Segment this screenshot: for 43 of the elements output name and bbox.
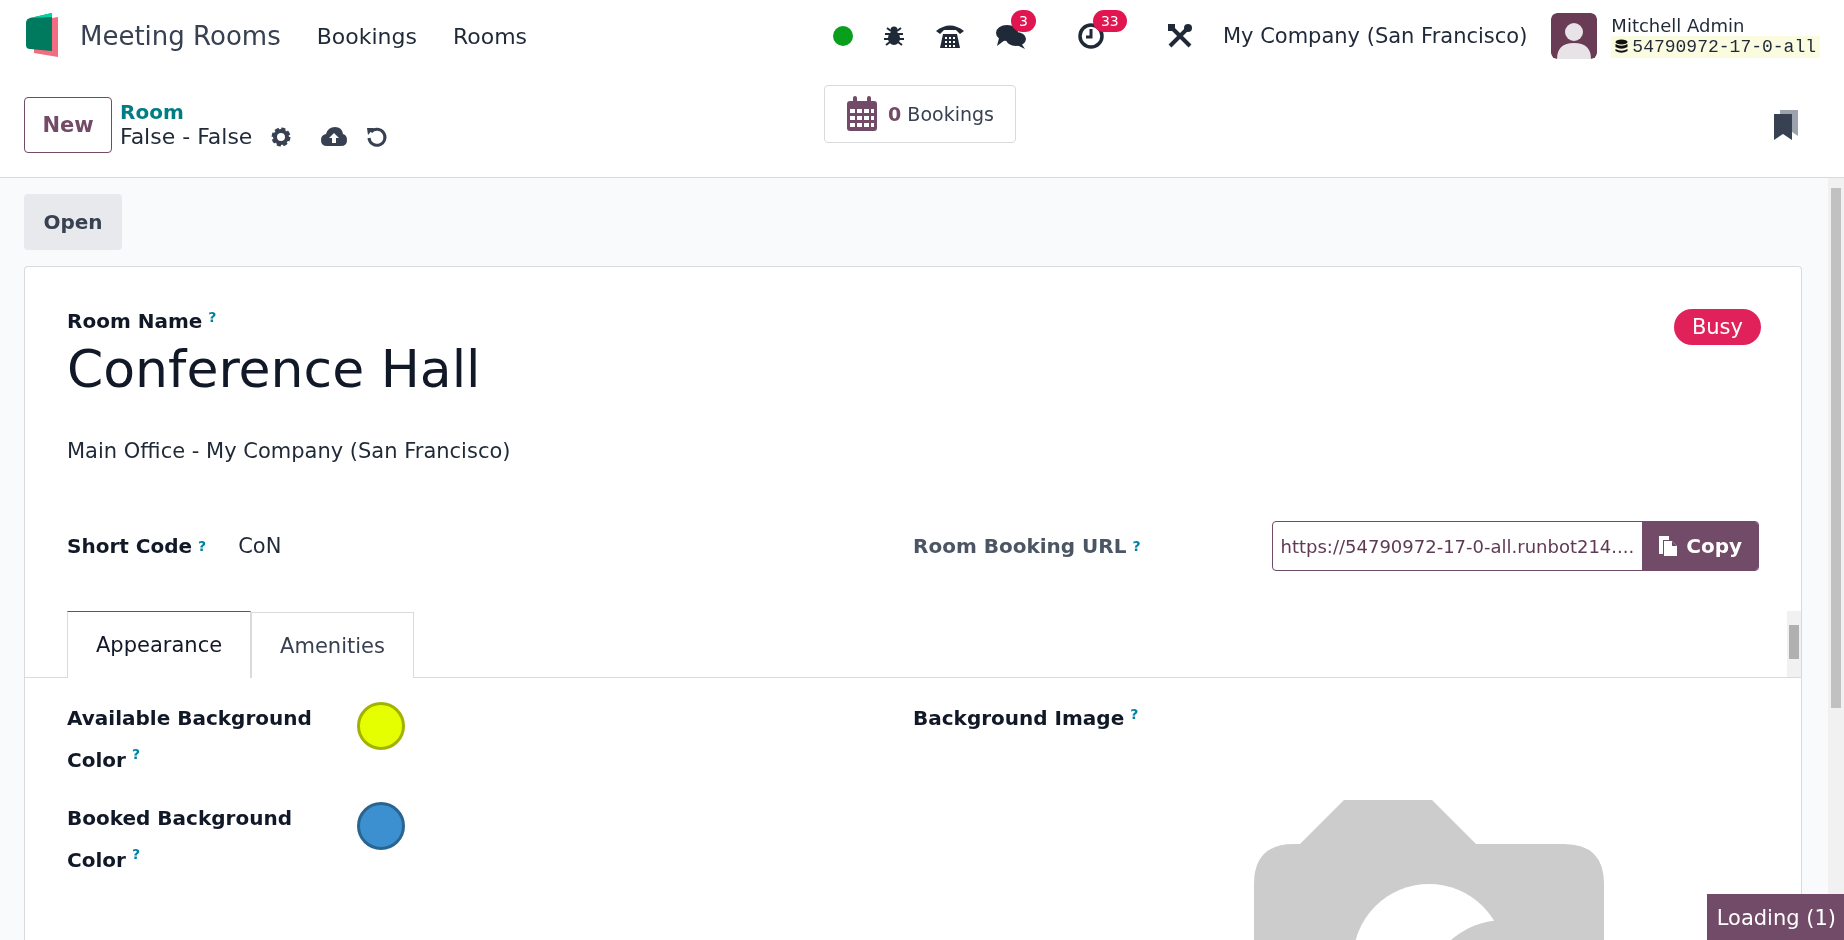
avatar-icon[interactable] <box>1551 13 1598 59</box>
status-button[interactable]: Open <box>24 194 122 250</box>
database-name: 54790972-17-0-all <box>1611 35 1820 58</box>
location-text: Main Office - My Company (San Francisco) <box>67 439 512 464</box>
color-swatch[interactable] <box>357 702 405 751</box>
tab[interactable]: Appearance <box>67 611 252 679</box>
help-tooltip[interactable]: ? <box>1130 706 1139 723</box>
help-tooltip[interactable]: ? <box>198 538 207 555</box>
help-tooltip[interactable]: ? <box>1132 538 1141 555</box>
database-icon <box>1615 39 1629 54</box>
field-label: Available Background Color $^{?}$ <box>67 705 313 774</box>
tab[interactable]: Amenities <box>251 612 414 679</box>
field-label: Room Name <box>67 309 203 334</box>
scrollbar[interactable] <box>1787 611 1801 678</box>
app-name[interactable]: Meeting Rooms <box>80 21 281 51</box>
status-badge: Busy <box>1673 309 1761 345</box>
field-label: Short Code <box>67 534 193 559</box>
short-code-value[interactable]: CoN <box>238 534 282 559</box>
app-logo-icon[interactable] <box>24 13 60 59</box>
record-title: False - False <box>120 124 253 149</box>
calendar-icon <box>846 96 879 132</box>
company-switcher[interactable]: My Company (San Francisco) <box>1222 24 1528 48</box>
cloud-upload-icon[interactable] <box>320 125 349 148</box>
loading-toast: Loading (1) <box>1706 894 1844 940</box>
user-name[interactable]: Mitchell Admin <box>1611 14 1820 36</box>
settings-icon[interactable] <box>270 125 293 148</box>
undo-icon[interactable] <box>366 125 389 148</box>
notification-badge: 33 <box>1092 10 1127 32</box>
menu-item[interactable]: Rooms <box>452 23 528 49</box>
help-tooltip[interactable]: ? <box>208 309 217 325</box>
bookings-smart-button[interactable]: 0 Bookings <box>824 85 1016 143</box>
color-swatch[interactable] <box>357 802 405 850</box>
tools-icon[interactable] <box>1166 23 1193 49</box>
breadcrumb-link[interactable]: Room <box>120 100 389 124</box>
field-label: Booked Background Color $^{?}$ <box>67 805 293 874</box>
menu-item[interactable]: Bookings <box>316 23 417 49</box>
notification-badge: 3 <box>1010 10 1036 32</box>
bookmark-icon[interactable] <box>1774 110 1798 140</box>
field-label: Room Booking URL <box>913 534 1127 559</box>
status-dot[interactable] <box>832 26 853 46</box>
bug-icon[interactable] <box>882 25 905 47</box>
new-button[interactable]: New <box>24 96 112 153</box>
field-label: Background Image <box>913 706 1125 731</box>
